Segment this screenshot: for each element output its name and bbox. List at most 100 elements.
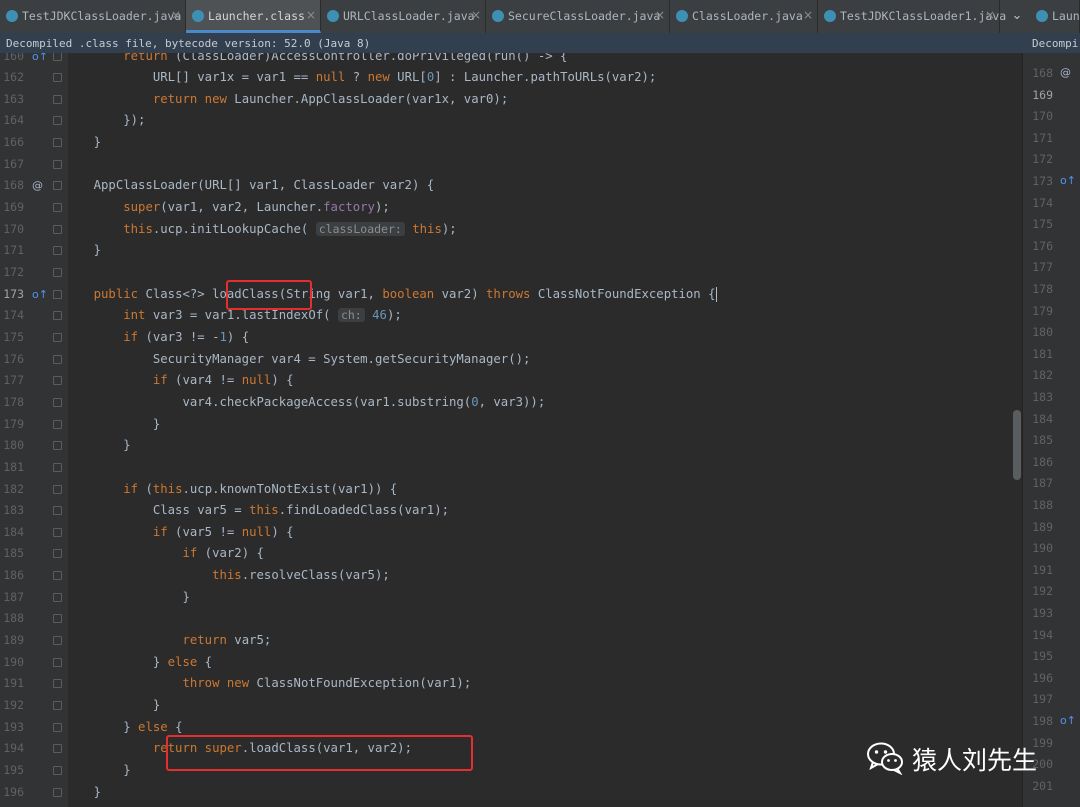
code-text[interactable]: if (this.ucp.knownToNotExist(var1)) { <box>64 479 397 501</box>
code-line[interactable]: 186 this.resolveClass(var5); <box>0 565 1022 587</box>
code-editor[interactable]: 160 o↑ return (ClassLoader)AccessControll… <box>0 53 1022 807</box>
fold-marker-icon[interactable] <box>53 657 62 667</box>
close-icon[interactable]: × <box>985 8 995 22</box>
fold-marker-icon[interactable] <box>53 94 62 104</box>
code-text[interactable]: } <box>64 587 189 609</box>
tab-3[interactable]: URLClassLoader.java × <box>321 0 486 33</box>
fold-marker-icon[interactable] <box>53 354 62 364</box>
fold-marker-icon[interactable] <box>53 203 62 213</box>
code-text[interactable]: } <box>64 695 160 717</box>
tab-1[interactable]: TestJDKClassLoader.java × <box>0 0 186 33</box>
code-line[interactable]: 160 o↑ return (ClassLoader)AccessControll… <box>0 53 1022 67</box>
annotation-icon[interactable]: @ <box>32 175 43 197</box>
code-text[interactable]: throw new ClassNotFoundException(var1); <box>64 673 471 695</box>
tab-6[interactable]: TestJDKClassLoader1.java × <box>818 0 1006 33</box>
fold-marker-icon[interactable] <box>53 765 62 775</box>
code-text[interactable]: Class var5 = this.findLoadedClass(var1); <box>64 500 449 522</box>
code-line[interactable]: 182 if (this.ucp.knownToNotExist(var1)) … <box>0 479 1022 501</box>
fold-marker-icon[interactable] <box>53 484 62 494</box>
fold-marker-icon[interactable] <box>53 527 62 537</box>
code-line[interactable]: 188 <box>0 608 1022 630</box>
override-icon[interactable]: o↑ <box>32 53 48 67</box>
fold-marker-icon[interactable] <box>53 138 62 148</box>
fold-marker-icon[interactable] <box>53 462 62 472</box>
code-line[interactable]: 163 return new Launcher.AppClassLoader(v… <box>0 89 1022 111</box>
code-text[interactable]: } <box>64 435 130 457</box>
code-line[interactable]: 169 super(var1, var2, Launcher.factory); <box>0 197 1022 219</box>
code-line[interactable]: 172 <box>0 262 1022 284</box>
code-line[interactable]: 193 } else { <box>0 717 1022 739</box>
code-text[interactable]: if (var3 != -1) { <box>64 327 249 349</box>
fold-marker-icon[interactable] <box>53 636 62 646</box>
fold-marker-icon[interactable] <box>53 53 62 61</box>
close-icon[interactable]: × <box>655 8 665 22</box>
fold-marker-icon[interactable] <box>53 614 62 624</box>
fold-marker-icon[interactable] <box>53 116 62 126</box>
close-icon[interactable]: × <box>306 8 316 22</box>
fold-marker-icon[interactable] <box>53 268 62 277</box>
fold-marker-icon[interactable] <box>53 419 62 429</box>
code-line[interactable]: 175 if (var3 != -1) { <box>0 327 1022 349</box>
code-text[interactable]: if (var2) { <box>64 543 263 565</box>
code-line[interactable]: 168 @ AppClassLoader(URL[] var1, ClassLoa… <box>0 175 1022 197</box>
fold-marker-icon[interactable] <box>53 571 62 581</box>
code-text[interactable]: this.resolveClass(var5); <box>64 565 390 587</box>
code-text[interactable]: } <box>64 414 160 436</box>
code-line[interactable]: 187 } <box>0 587 1022 609</box>
annotation-icon[interactable]: @ <box>1060 66 1071 79</box>
code-line[interactable]: 174 int var3 = var1.lastIndexOf( ch: 46)… <box>0 305 1022 327</box>
code-text[interactable]: super(var1, var2, Launcher.factory); <box>64 197 390 219</box>
code-text[interactable]: URL[] var1x = var1 == null ? new URL[0] … <box>64 67 657 89</box>
fold-marker-icon[interactable] <box>53 246 62 256</box>
code-line[interactable]: 192 } <box>0 695 1022 717</box>
code-line[interactable]: 166 } <box>0 132 1022 154</box>
code-text[interactable]: } <box>64 782 101 804</box>
fold-marker-icon[interactable] <box>53 679 62 689</box>
code-text[interactable]: if (var5 != null) { <box>64 522 294 544</box>
fold-marker-icon[interactable] <box>53 592 62 602</box>
fold-marker-icon[interactable] <box>53 701 62 710</box>
fold-marker-icon[interactable] <box>53 289 62 299</box>
code-text[interactable]: public Class<?> loadClass(String var1, b… <box>64 284 717 306</box>
override-icon[interactable]: o↑ <box>32 284 48 306</box>
code-text[interactable]: var4.checkPackageAccess(var1.substring(0… <box>64 392 545 414</box>
code-line[interactable]: 185 if (var2) { <box>0 543 1022 565</box>
code-line[interactable]: 190 } else { <box>0 652 1022 674</box>
code-line[interactable]: 183 Class var5 = this.findLoadedClass(va… <box>0 500 1022 522</box>
code-text[interactable]: } <box>64 132 101 154</box>
code-line[interactable]: 167 <box>0 154 1022 176</box>
override-icon[interactable]: o↑ <box>1060 714 1076 727</box>
code-text[interactable]: } <box>64 240 101 262</box>
code-text[interactable]: return var5; <box>64 630 271 652</box>
code-line[interactable]: 184 if (var5 != null) { <box>0 522 1022 544</box>
code-text[interactable]: }); <box>64 110 145 132</box>
code-line[interactable]: 181 <box>0 457 1022 479</box>
vertical-scrollbar[interactable] <box>1013 410 1021 480</box>
code-line[interactable]: 170 this.ucp.initLookupCache( classLoade… <box>0 219 1022 241</box>
code-text[interactable]: return new Launcher.AppClassLoader(var1x… <box>64 89 508 111</box>
code-line[interactable]: 178 var4.checkPackageAccess(var1.substri… <box>0 392 1022 414</box>
tab-2[interactable]: Launcher.class × <box>186 0 321 33</box>
code-line[interactable]: 171 } <box>0 240 1022 262</box>
code-line[interactable]: 162 URL[] var1x = var1 == null ? new URL… <box>0 67 1022 89</box>
code-text[interactable]: } <box>64 760 130 782</box>
fold-marker-icon[interactable] <box>53 73 62 83</box>
fold-marker-icon[interactable] <box>53 224 62 234</box>
fold-marker-icon[interactable] <box>53 787 62 797</box>
code-line[interactable]: 196 } <box>0 782 1022 804</box>
code-line[interactable]: 164 }); <box>0 110 1022 132</box>
fold-marker-icon[interactable] <box>53 744 62 754</box>
close-icon[interactable]: × <box>803 8 813 22</box>
code-text[interactable]: if (var4 != null) { <box>64 370 294 392</box>
code-line[interactable]: 180 } <box>0 435 1022 457</box>
fold-marker-icon[interactable] <box>53 332 62 342</box>
fold-marker-icon[interactable] <box>53 159 62 169</box>
fold-marker-icon[interactable] <box>53 376 62 386</box>
code-line[interactable]: 179 } <box>0 414 1022 436</box>
code-text[interactable]: } else { <box>64 717 182 739</box>
code-line[interactable]: 177 if (var4 != null) { <box>0 370 1022 392</box>
tab-7[interactable]: Launc <box>1030 0 1080 33</box>
code-line[interactable]: 173 o↑ public Class<?> loadClass(String v… <box>0 284 1022 306</box>
close-icon[interactable]: × <box>471 8 481 22</box>
code-line[interactable]: 176 SecurityManager var4 = System.getSec… <box>0 349 1022 371</box>
